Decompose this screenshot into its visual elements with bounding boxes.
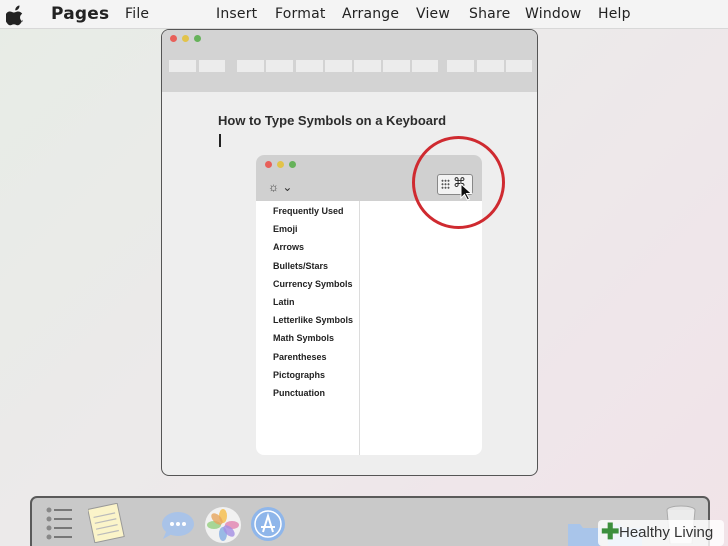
toolbar-button[interactable] [169,60,196,72]
toolbar-button[interactable] [412,60,438,72]
category-currency-symbols[interactable]: Currency Symbols [273,279,353,297]
app-name-menu[interactable]: Pages [51,4,109,24]
toolbar-button[interactable] [325,60,352,72]
panel-divider [359,201,360,455]
reminders-icon[interactable] [44,504,76,542]
menu-help[interactable]: Help [598,6,631,22]
notes-icon[interactable] [88,503,126,543]
toolbar-button[interactable] [383,60,410,72]
toolbar-button[interactable] [354,60,381,72]
watermark: ✚ Healthy Living [598,519,724,546]
toolbar-button[interactable] [506,60,532,72]
menu-window[interactable]: Window [525,6,581,22]
category-pictographs[interactable]: Pictographs [273,370,353,388]
category-latin[interactable]: Latin [273,297,353,315]
category-punctuation[interactable]: Punctuation [273,388,353,406]
category-math-symbols[interactable]: Math Symbols [273,333,353,351]
menu-view[interactable]: View [416,6,450,22]
toolbar-button[interactable] [477,60,504,72]
app-store-icon[interactable] [250,506,286,542]
window-controls [170,35,201,42]
toolbar-button[interactable] [296,60,323,72]
menu-arrange[interactable]: Arrange [342,6,399,22]
window-toolbar [162,30,537,92]
zoom-button[interactable] [194,35,201,42]
menu-share[interactable]: Share [469,6,510,22]
text-cursor [219,134,221,147]
category-frequently-used[interactable]: Frequently Used [273,206,353,224]
apple-icon[interactable] [6,4,26,26]
panel-minimize-button[interactable] [277,161,284,168]
document-heading[interactable]: How to Type Symbols on a Keyboard [218,113,446,128]
panel-zoom-button[interactable] [289,161,296,168]
toolbar-button[interactable] [266,60,293,72]
menu-bar: Pages File Insert Format Arrange View Sh… [0,0,728,29]
minimize-button[interactable] [182,35,189,42]
category-list: Frequently Used Emoji Arrows Bullets/Sta… [273,206,353,406]
toolbar-button[interactable] [199,60,225,72]
category-emoji[interactable]: Emoji [273,224,353,242]
plus-icon: ✚ [601,519,620,544]
menu-format[interactable]: Format [275,6,326,22]
mouse-pointer-icon [460,183,473,201]
messages-icon[interactable] [160,510,196,540]
photos-icon[interactable] [204,506,242,544]
menu-file[interactable]: File [125,6,149,22]
close-button[interactable] [170,35,177,42]
category-arrows[interactable]: Arrows [273,242,353,260]
highlight-circle [412,136,505,229]
category-bullets-stars[interactable]: Bullets/Stars [273,261,353,279]
panel-window-controls [265,161,296,168]
category-parentheses[interactable]: Parentheses [273,352,353,370]
watermark-text: Healthy Living [619,524,714,541]
gear-icon[interactable]: ☼ ⌄ [268,180,292,194]
toolbar-button[interactable] [447,60,474,72]
category-letterlike-symbols[interactable]: Letterlike Symbols [273,315,353,333]
menu-insert[interactable]: Insert [216,6,257,22]
panel-close-button[interactable] [265,161,272,168]
toolbar-button[interactable] [237,60,264,72]
